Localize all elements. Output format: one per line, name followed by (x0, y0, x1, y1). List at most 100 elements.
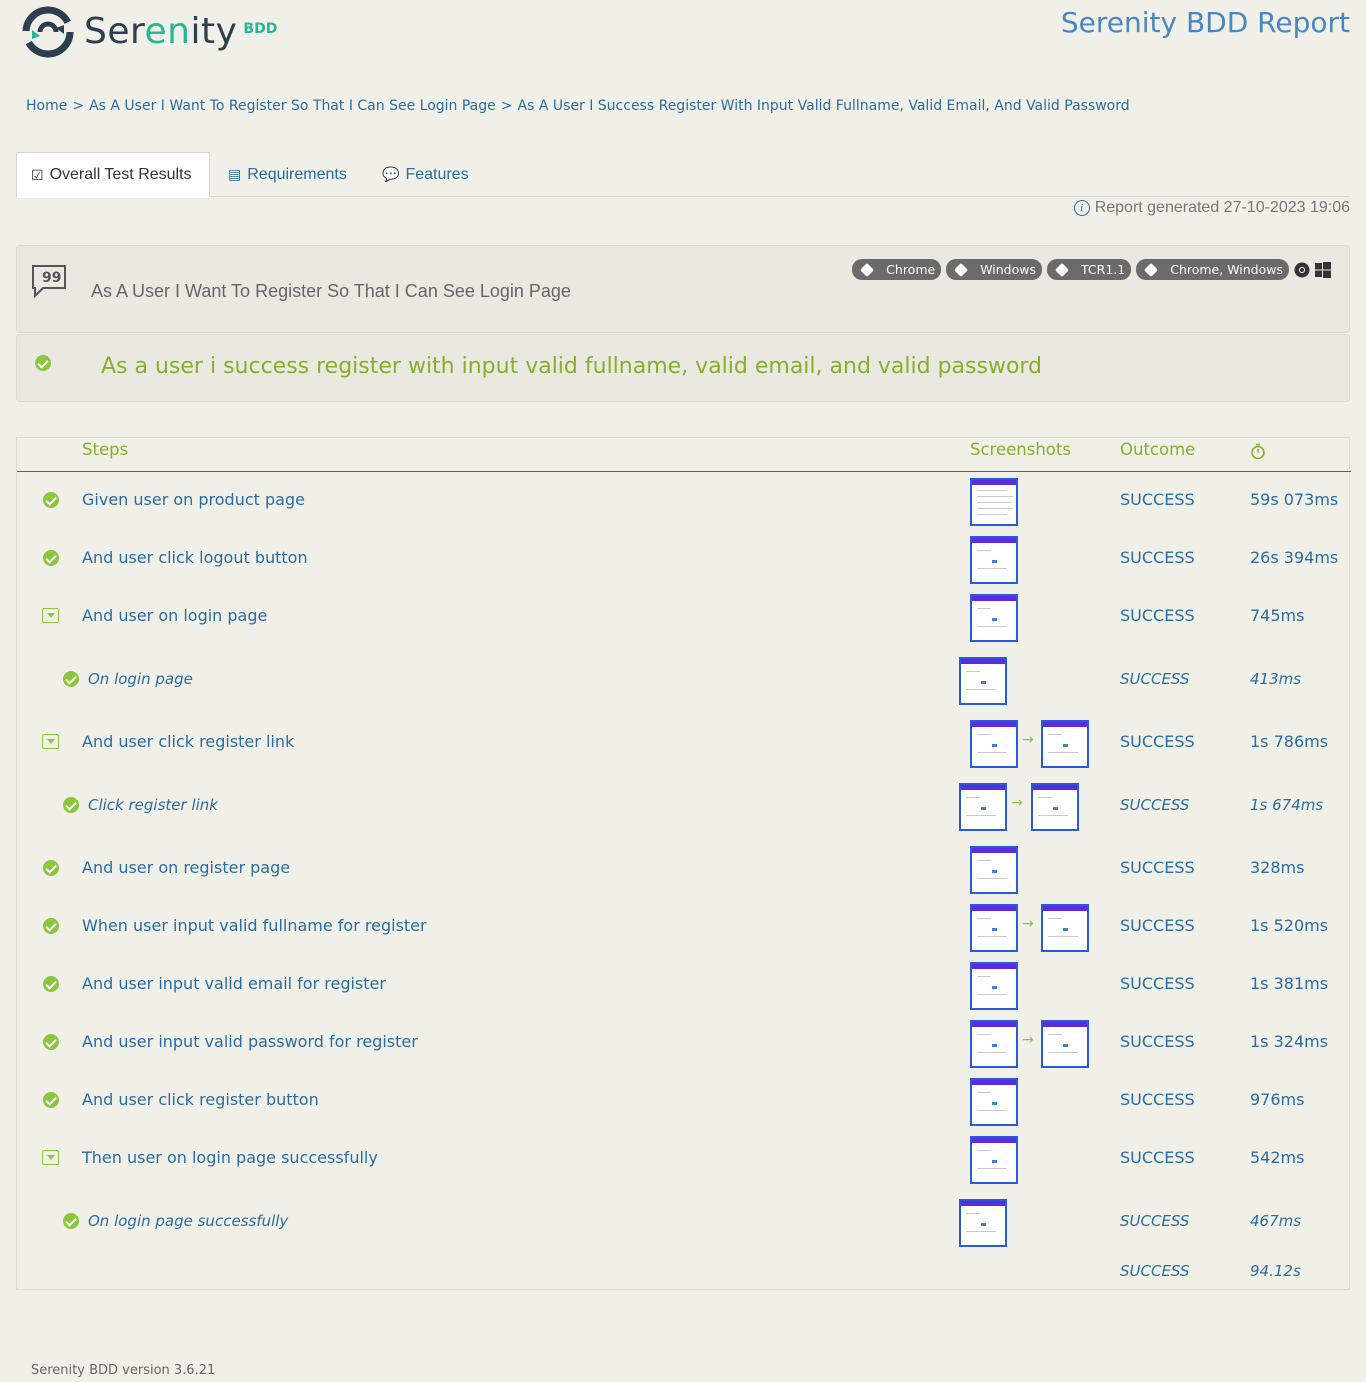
step-outcome: SUCCESS (1120, 916, 1195, 935)
step-outcome: SUCCESS (1120, 606, 1195, 625)
tab-label: Features (405, 165, 469, 183)
step-duration: 1s 786ms (1250, 732, 1329, 751)
success-check-icon (63, 671, 79, 687)
requirement-title[interactable]: As A User I Want To Register So That I C… (91, 281, 571, 302)
step-duration: 467ms (1250, 1212, 1302, 1230)
screenshot-thumbnail[interactable] (959, 657, 1007, 705)
step-duration: 59s 073ms (1250, 490, 1339, 509)
logo-wordmark: Serenity (84, 11, 238, 52)
tag-windows[interactable]: Windows (946, 259, 1043, 280)
step-description: On login page successfully (88, 1212, 289, 1230)
step-duration: 542ms (1250, 1148, 1305, 1167)
screenshot-thumbnail[interactable] (970, 478, 1018, 526)
screenshot-thumbnail[interactable] (970, 594, 1018, 642)
tag-label: Chrome (886, 262, 936, 277)
serenity-logo[interactable]: Serenity BDD (22, 6, 277, 58)
tag-label: TCR1.1 (1081, 262, 1126, 277)
chrome-icon (1294, 262, 1310, 277)
step-outcome: SUCCESS (1120, 732, 1195, 751)
step-description: Then user on login page successfully (82, 1148, 378, 1167)
tag-icon (860, 262, 875, 277)
header-screenshots: Screenshots (970, 440, 1071, 459)
arrow-right-icon: → (1011, 795, 1023, 811)
comment-icon: 💬 (382, 166, 400, 182)
step-duration: 1s 324ms (1250, 1032, 1329, 1051)
tab-overall-test-results[interactable]: ☑ Overall Test Results (16, 152, 210, 198)
total-outcome: SUCCESS (1120, 1262, 1190, 1280)
step-duration: 328ms (1250, 858, 1305, 877)
step-description: Click register link (88, 796, 218, 814)
arrow-right-icon: → (1022, 732, 1034, 748)
logo-suffix: BDD (243, 21, 278, 37)
step-duration: 413ms (1250, 670, 1302, 688)
step-outcome: SUCCESS (1120, 1212, 1190, 1230)
tag-chrome[interactable]: Chrome (852, 259, 942, 280)
expand-toggle-icon[interactable] (42, 734, 59, 749)
scenario-panel: As a user i success register with input … (16, 334, 1350, 402)
step-outcome: SUCCESS (1120, 796, 1190, 814)
windows-icon (1315, 261, 1331, 278)
tag-tcr[interactable]: TCR1.1 (1047, 259, 1132, 280)
step-description: And user input valid email for register (82, 974, 386, 993)
success-check-icon (35, 355, 51, 371)
screenshot-thumbnail[interactable] (970, 720, 1018, 768)
step-duration: 745ms (1250, 606, 1305, 625)
tag-icon (1144, 262, 1159, 277)
svg-text:99: 99 (42, 270, 61, 286)
screenshot-thumbnail[interactable] (959, 783, 1007, 831)
expand-toggle-icon[interactable] (42, 1150, 59, 1165)
step-description: And user click register link (82, 732, 295, 751)
header-steps: Steps (82, 440, 129, 459)
step-description: When user input valid fullname for regis… (82, 916, 427, 935)
tag-icon (1054, 262, 1070, 277)
success-check-icon (43, 550, 59, 566)
step-duration: 26s 394ms (1250, 548, 1339, 567)
document-icon: ▤ (228, 166, 242, 182)
screenshot-thumbnail[interactable] (970, 1078, 1018, 1126)
step-outcome: SUCCESS (1120, 1148, 1195, 1167)
breadcrumb-scenario[interactable]: As A User I Success Register With Input … (518, 98, 1130, 114)
screenshot-thumbnail[interactable] (970, 846, 1018, 894)
screenshot-thumbnail[interactable] (970, 904, 1018, 952)
step-description: And user click register button (82, 1090, 319, 1109)
breadcrumb-home[interactable]: Home (26, 98, 67, 114)
screenshot-thumbnail[interactable] (970, 1136, 1018, 1184)
success-check-icon (43, 860, 59, 876)
screenshot-thumbnail[interactable] (1041, 904, 1089, 952)
success-check-icon (43, 1092, 59, 1108)
tag-icon (954, 262, 969, 277)
tab-requirements[interactable]: ▤ Requirements (214, 152, 361, 197)
tab-features[interactable]: 💬 Features (368, 152, 483, 197)
success-check-icon (63, 1213, 79, 1229)
serenity-logo-icon (22, 6, 74, 58)
step-duration: 1s 520ms (1250, 916, 1329, 935)
report-generated-text: Report generated 27-10-2023 19:06 (1094, 199, 1350, 216)
requirement-panel: 99 As A User I Want To Register So That … (16, 245, 1350, 333)
step-outcome: SUCCESS (1120, 858, 1195, 877)
screenshot-thumbnail[interactable] (1031, 783, 1079, 831)
screenshot-thumbnail[interactable] (970, 962, 1018, 1010)
tab-label: Requirements (247, 165, 347, 183)
breadcrumb-separator: > (500, 98, 513, 114)
success-check-icon (43, 492, 59, 508)
screenshot-thumbnail[interactable] (970, 1020, 1018, 1068)
breadcrumb-requirement[interactable]: As A User I Want To Register So That I C… (89, 98, 496, 114)
expand-toggle-icon[interactable] (42, 608, 59, 623)
tag-chrome-windows[interactable]: Chrome, Windows (1136, 259, 1289, 280)
total-duration: 94.12s (1250, 1262, 1301, 1280)
arrow-right-icon: → (1022, 916, 1034, 932)
checklist-icon: ☑ (31, 166, 44, 183)
screenshot-thumbnail[interactable] (1041, 1020, 1089, 1068)
steps-table: Steps Screenshots Outcome Given user on … (16, 437, 1351, 1290)
screenshot-thumbnail[interactable] (1041, 720, 1089, 768)
tab-label: Overall Test Results (49, 166, 192, 183)
header-outcome: Outcome (1120, 440, 1196, 459)
success-check-icon (43, 976, 59, 992)
success-check-icon (43, 1034, 59, 1050)
step-outcome: SUCCESS (1120, 670, 1190, 688)
main-tabs: ☑ Overall Test Results ▤ Requirements 💬 Fea… (16, 152, 1350, 198)
screenshot-thumbnail[interactable] (959, 1199, 1007, 1247)
report-title: Serenity BDD Report (1060, 6, 1350, 39)
success-check-icon (63, 797, 79, 813)
screenshot-thumbnail[interactable] (970, 536, 1018, 584)
